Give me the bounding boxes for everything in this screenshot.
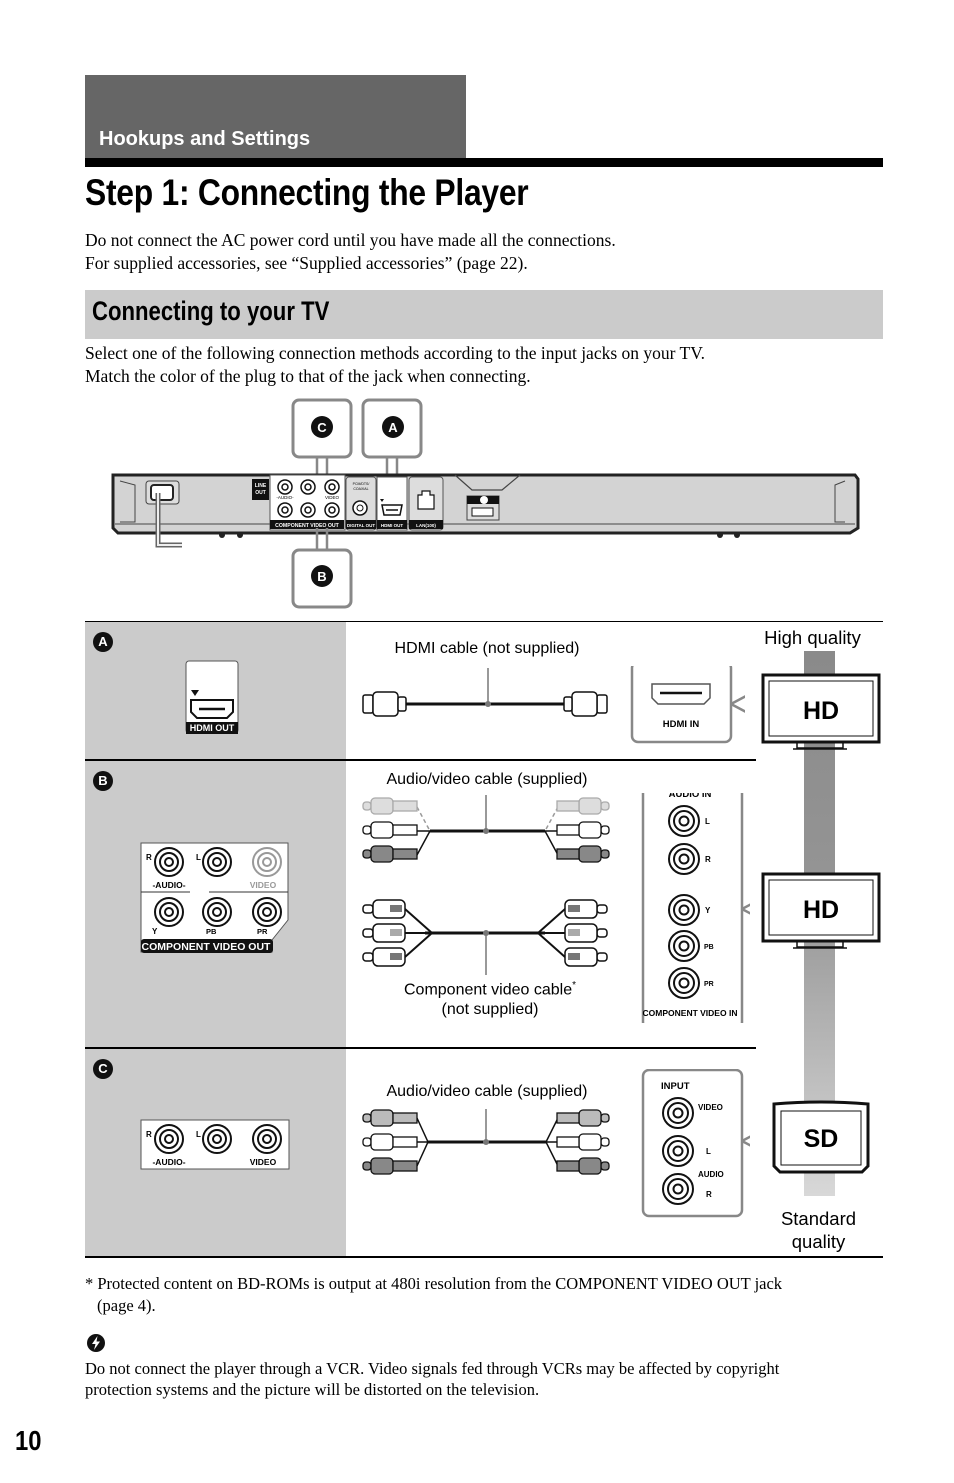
svg-text:COMPONENT VIDEO OUT: COMPONENT VIDEO OUT [275,523,340,529]
svg-text:Y: Y [152,927,158,936]
component-cable-sub: (not supplied) [441,1001,539,1019]
svg-text:R: R [146,1130,152,1139]
subsection-line: Select one of the following connection m… [85,343,705,363]
footnote-line: * Protected content on BD-ROMs is output… [85,1274,783,1293]
svg-text:COAXIAL: COAXIAL [353,487,368,491]
svg-text:-AUDIO-: -AUDIO- [276,495,294,500]
footnote-line: (page 4). [97,1296,156,1315]
table-bottom-rule [85,1256,883,1258]
subsection-title: Connecting to your TV [92,296,330,326]
svg-text:PB: PB [704,944,714,951]
note-bolt-icon [87,1334,105,1352]
intro-line: For supplied accessories, see “Supplied … [85,253,528,273]
svg-text:AUDIO: AUDIO [698,1170,724,1179]
svg-text:VIDEO: VIDEO [698,1103,723,1112]
row-a-badge: A [93,632,113,652]
player-hdmi-out-jack: HDMI OUT [185,660,239,734]
player-av-out-jacks: R L -AUDIO- VIDEO [140,1119,290,1170]
svg-text:PR: PR [704,981,714,988]
header-rule [85,158,883,167]
standard-quality-label: Standard quality [761,1207,876,1253]
svg-text:VIDEO: VIDEO [250,1157,277,1167]
note-line: Do not connect the player through a VCR.… [85,1359,780,1378]
footnote: * Protected content on BD-ROMs is output… [85,1273,782,1317]
note-line: protection systems and the picture will … [85,1380,540,1399]
intro-text: Do not connect the AC power cord until y… [85,229,616,275]
player-rear-panel-diagram: C A LINE OUT -AUDIO- VIDEO COMPONENT VID… [111,398,860,609]
quality-scale: HD HD SD [761,651,881,1196]
subsection-line: Match the color of the plug to that of t… [85,366,531,386]
row-b-player-side: B R L -AUDIO- VIDEO Y PB PR COMPONENT VI… [85,761,346,1048]
callout-b: B [291,528,353,609]
svg-text:Y: Y [705,906,711,915]
connections-table: A HDMI OUT HDMI cable (not supplied) HDM… [85,621,883,1258]
callout-b-letter: B [317,569,326,584]
av-cable-label-b: Audio/video cable (supplied) [386,771,588,788]
page-number: 10 [15,1425,42,1456]
tv-sd: SD [772,1100,870,1174]
row-a-player-side: A HDMI OUT [85,622,346,760]
component-cable-label: Component video cable* (not supplied) [365,976,615,1020]
callout-a: A [361,398,423,483]
hdmi-cable-label: HDMI cable (not supplied) [394,640,580,657]
row-b-badge: B [93,771,113,791]
standard-quality-line: Standard [780,1208,857,1229]
svg-text:SD: SD [804,1125,839,1153]
svg-text:DIGITAL OUT: DIGITAL OUT [347,523,376,528]
high-quality-label: High quality [764,627,861,648]
svg-text:PR: PR [257,927,268,936]
section-tab-label: Hookups and Settings [99,128,311,150]
svg-text:L: L [705,817,710,826]
svg-text:VIDEO: VIDEO [325,495,340,500]
svg-text:L: L [196,1130,201,1139]
svg-text:LAN(100): LAN(100) [416,523,436,528]
svg-text:PCM/DTS/: PCM/DTS/ [353,482,370,486]
svg-text:L: L [196,853,201,862]
row-c-player-side: C R L -AUDIO- VIDEO [85,1049,346,1258]
player-component-out-jacks: R L -AUDIO- VIDEO Y PB PR COMPONENT VIDE… [140,842,289,953]
subsection-text: Select one of the following connection m… [85,342,705,388]
svg-text:HDMI OUT: HDMI OUT [381,523,403,528]
component-cable-text: Component video cable [403,981,573,999]
row-c-badge: C [93,1059,113,1079]
svg-text:AUDIO IN: AUDIO IN [669,793,712,800]
page-title: Step 1: Connecting the Player [85,172,529,213]
callout-c-letter: C [317,420,327,435]
svg-text:L: L [706,1147,711,1156]
tv-hd-2: HD [761,872,881,949]
svg-text:HD: HD [803,697,839,725]
tv-hd-1: HD [761,673,881,750]
svg-text:HDMI IN: HDMI IN [663,719,700,730]
callout-a-letter: A [388,420,398,435]
standard-quality-line: quality [791,1231,846,1252]
footnote-marker: * [572,980,576,991]
svg-text:HDMI OUT: HDMI OUT [190,723,235,733]
svg-text:COMPONENT VIDEO OUT: COMPONENT VIDEO OUT [142,941,272,953]
callout-c: C [291,398,353,480]
svg-text:-AUDIO-: -AUDIO- [152,880,185,890]
svg-text:COMPONENT VIDEO IN: COMPONENT VIDEO IN [643,1008,738,1018]
svg-text:R: R [146,853,152,862]
svg-text:VIDEO: VIDEO [250,880,277,890]
section-tab: Hookups and Settings [85,75,466,159]
svg-text:PB: PB [206,927,217,936]
svg-text:LINE: LINE [255,483,267,489]
hdmi-cable-diagram: HDMI IN [362,666,745,744]
svg-text:OUT: OUT [255,490,266,496]
svg-text:HD: HD [803,896,839,924]
svg-text:-AUDIO-: -AUDIO- [152,1157,185,1167]
note-text: Do not connect the player through a VCR.… [85,1358,779,1400]
svg-text:R: R [706,1190,712,1199]
svg-text:INPUT: INPUT [661,1081,690,1092]
usb-port [466,495,500,521]
svg-text:R: R [705,855,711,864]
intro-line: Do not connect the AC power cord until y… [85,230,616,250]
av-cable-diagram: INPUT VIDEO L AUDIO R [362,1069,750,1218]
